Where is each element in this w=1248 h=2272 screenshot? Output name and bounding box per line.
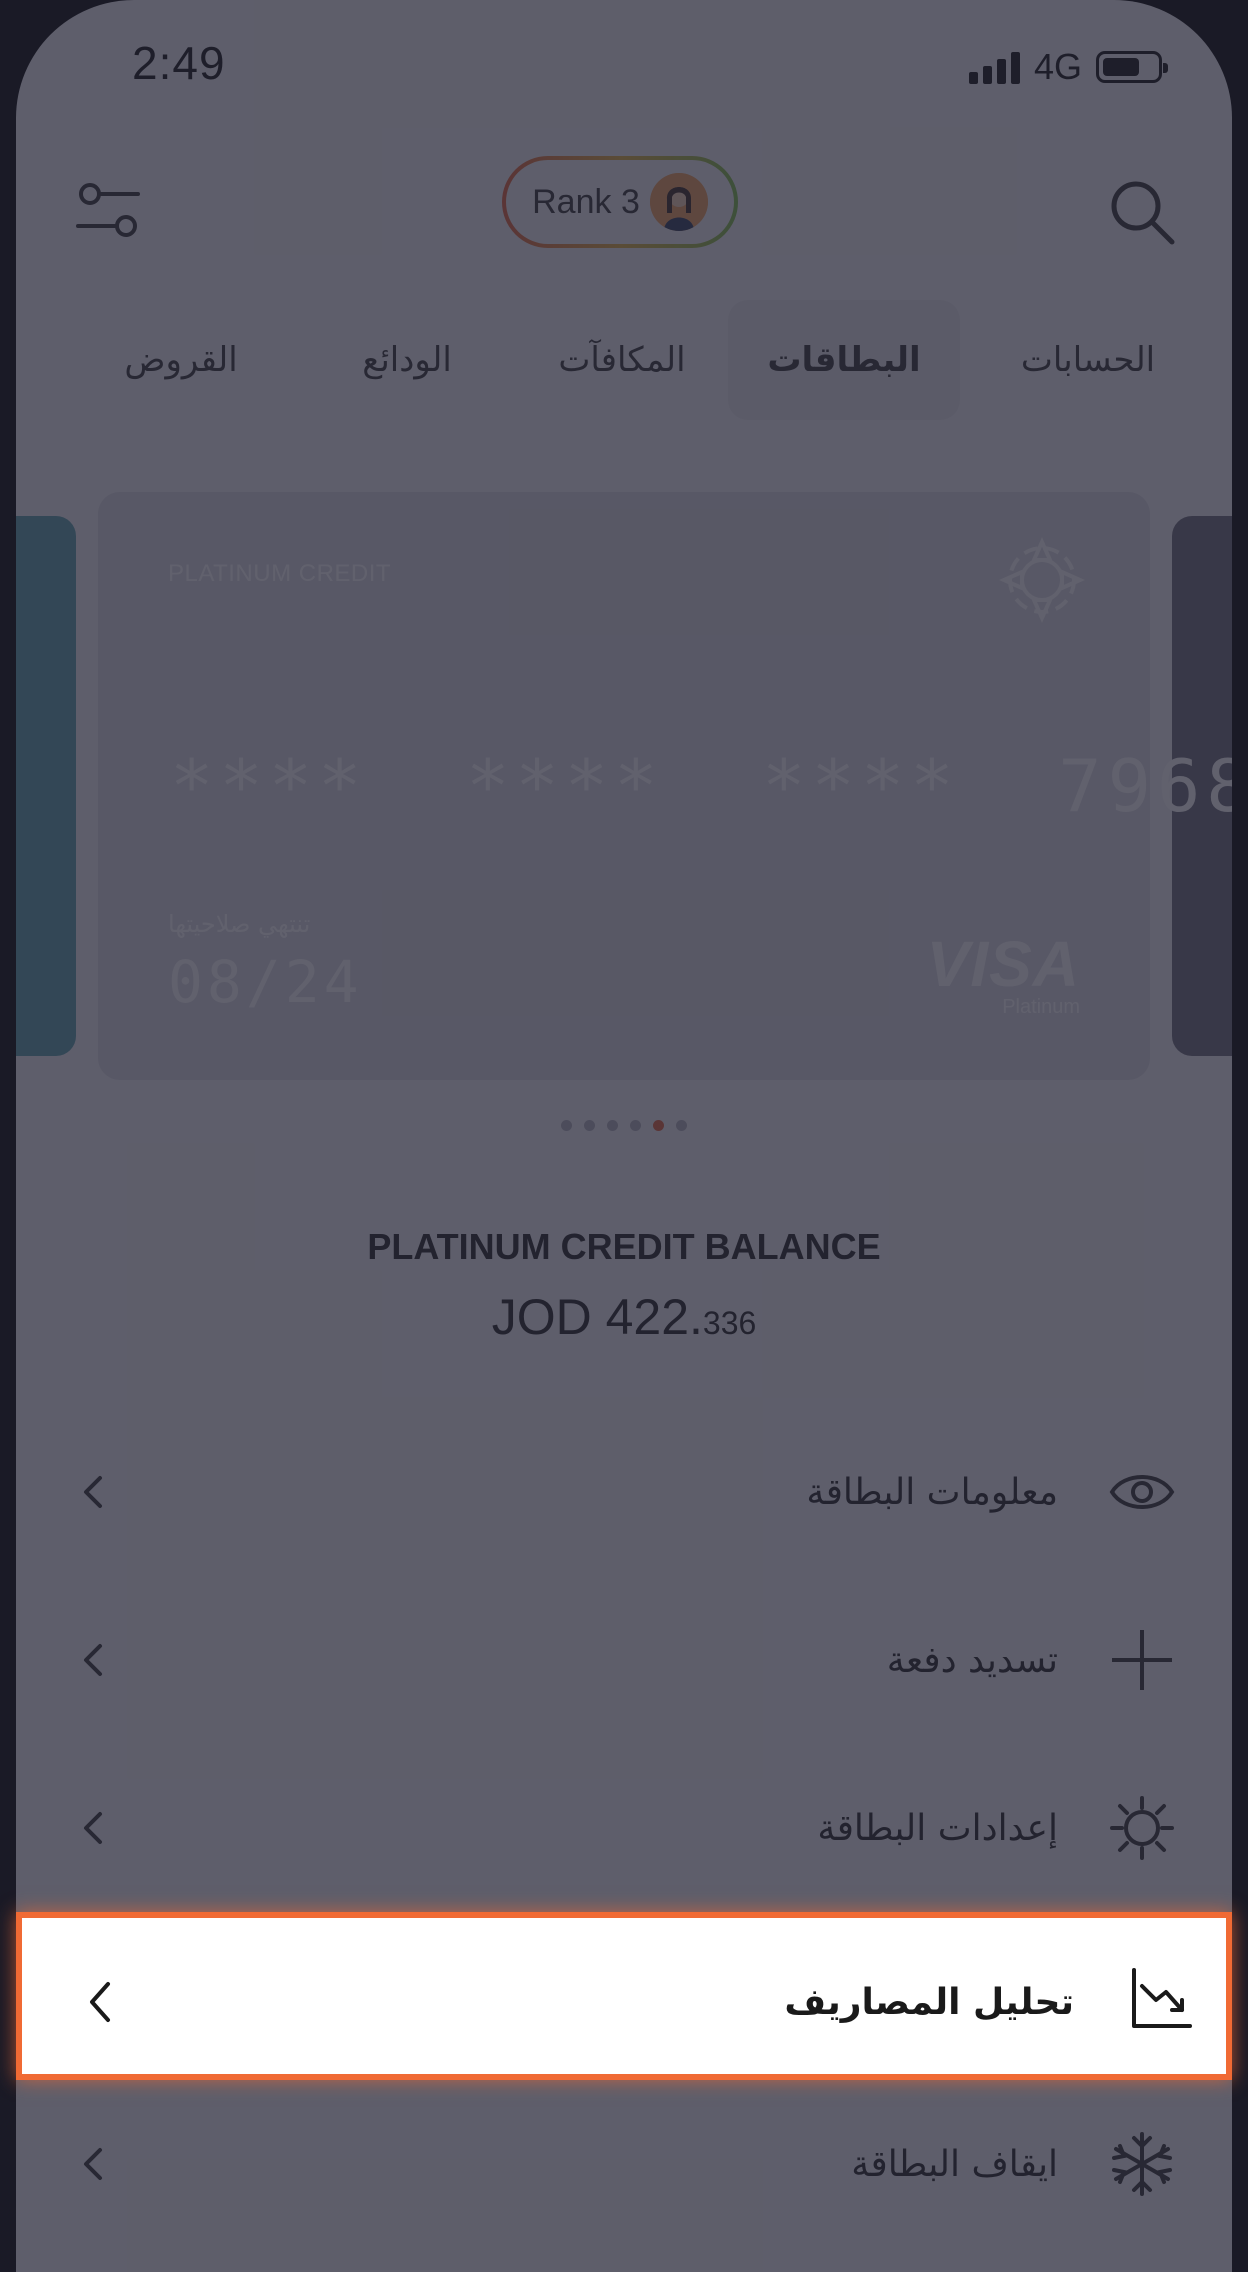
- menu-item-make-payment[interactable]: تسديد دفعة: [16, 1576, 1232, 1744]
- rank-badge[interactable]: Rank 3: [502, 156, 738, 248]
- eye-icon: [1108, 1458, 1176, 1526]
- tab-deposits[interactable]: الودائع: [312, 300, 502, 420]
- balance-amount-main: JOD 422.: [491, 1289, 703, 1345]
- carousel-dot[interactable]: [584, 1120, 595, 1131]
- carousel-dot[interactable]: [561, 1120, 572, 1131]
- sliders-icon: [76, 183, 140, 237]
- menu-item-label: معلومات البطاقة: [806, 1471, 1058, 1513]
- chevron-left-icon: [72, 1638, 116, 1682]
- network-label: 4G: [1033, 46, 1082, 87]
- carousel-dot[interactable]: [676, 1120, 687, 1131]
- chart-down-icon: [1128, 1964, 1196, 2032]
- balance-amount-decimal: 336: [702, 1305, 757, 1341]
- menu-item-card-settings[interactable]: إعدادات البطاقة: [16, 1744, 1232, 1912]
- balance-amount: JOD 422.336: [16, 1288, 1232, 1346]
- battery-icon: [1096, 51, 1168, 83]
- status-bar: 2:49 4G: [16, 0, 1232, 130]
- menu-item-label: تحليل المصاريف: [784, 1981, 1074, 2023]
- tab-bar: الحسابات البطاقات المكافآت الودائع القرو…: [16, 300, 1232, 420]
- avatar: [649, 173, 708, 231]
- card-actions-menu: معلومات البطاقة تسديد دفعة إعدادات البطا…: [16, 1408, 1232, 2248]
- balance-title: PLATINUM CREDIT BALANCE: [367, 1226, 881, 1267]
- previous-card-peek[interactable]: [16, 516, 76, 1056]
- chevron-left-icon: [72, 1806, 116, 1850]
- tab-cards[interactable]: البطاقات: [728, 300, 960, 420]
- filter-button[interactable]: [72, 174, 144, 246]
- search-button[interactable]: [1104, 174, 1182, 252]
- rank-label: Rank 3: [532, 182, 640, 221]
- carousel-dots: [16, 1120, 1232, 1131]
- status-time: 2:49: [132, 37, 226, 89]
- chevron-left-icon: [72, 1470, 116, 1514]
- carousel-dot-active[interactable]: [653, 1120, 664, 1131]
- carousel-dot[interactable]: [607, 1120, 618, 1131]
- carousel-dot[interactable]: [630, 1120, 641, 1131]
- menu-item-label: إعدادات البطاقة: [817, 1807, 1058, 1849]
- menu-item-label: تسديد دفعة: [886, 1639, 1058, 1681]
- tab-rewards[interactable]: المكافآت: [520, 300, 724, 420]
- snowflake-icon: [1108, 2130, 1176, 2198]
- card-number: **** **** **** 7968: [170, 744, 1232, 828]
- signal-icon: [968, 50, 1020, 84]
- gear-icon: [1108, 1794, 1176, 1862]
- status-indicators: 4G: [968, 46, 1168, 88]
- search-icon: [1111, 181, 1175, 245]
- expiry-label: تنتهي صلاحيتها: [168, 910, 311, 938]
- chevron-left-icon: [78, 1974, 122, 2022]
- card-type: PLATINUM CREDIT: [168, 560, 392, 587]
- expiry-date: 08/24: [168, 948, 363, 1016]
- menu-item-spending-analysis[interactable]: تحليل المصاريف: [16, 1912, 1232, 2080]
- menu-item-freeze-card[interactable]: ايقاف البطاقة: [16, 2080, 1232, 2248]
- visa-logo: VISA Platinum: [927, 932, 1080, 1019]
- top-bar: Rank 3: [16, 150, 1232, 260]
- credit-card[interactable]: PLATINUM CREDIT **** **** **** 7968 تنته…: [98, 492, 1232, 1080]
- bank-logo-icon: [998, 536, 1086, 624]
- chevron-left-icon: [72, 2142, 116, 2186]
- card-network: VISA: [926, 928, 1080, 1000]
- tab-accounts[interactable]: الحسابات: [980, 300, 1196, 420]
- plus-icon: [1108, 1626, 1176, 1694]
- menu-item-card-info[interactable]: معلومات البطاقة: [16, 1408, 1232, 1576]
- tab-loans[interactable]: القروض: [86, 300, 276, 420]
- menu-item-label: ايقاف البطاقة: [851, 2143, 1058, 2185]
